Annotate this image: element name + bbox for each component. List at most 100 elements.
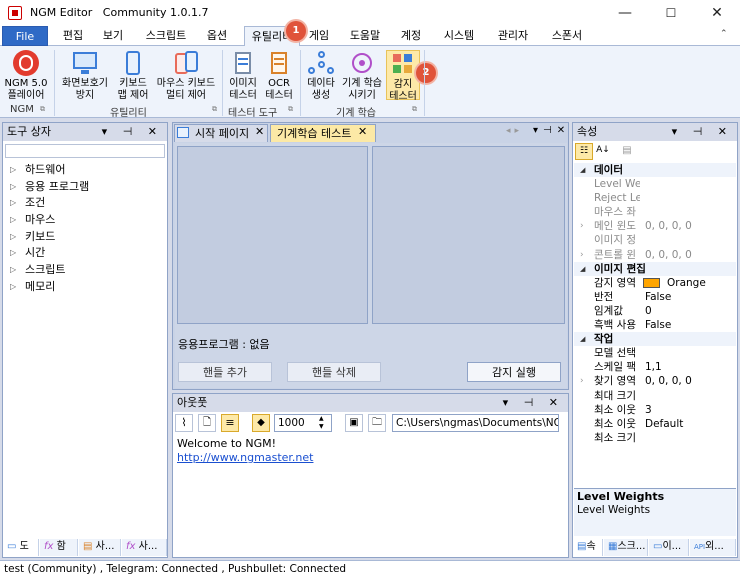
sort-alpha-icon[interactable]: A↓ xyxy=(594,143,612,160)
save-icon[interactable]: ▣ xyxy=(345,414,363,432)
tree-item-time[interactable]: 시간 xyxy=(3,245,167,262)
path-value: C:\Users\ngmas\Documents\NGM5\ xyxy=(396,417,558,429)
tab-options[interactable]: 옵션 xyxy=(200,26,234,46)
ocr-tester-button[interactable]: OCR 테스터 xyxy=(261,50,297,102)
ml-train-button[interactable]: 기계 학습 시키기 xyxy=(339,50,385,102)
image-tester-button[interactable]: 이미지 테스터 xyxy=(225,50,261,102)
dialog-launcher-icon[interactable]: ⧉ xyxy=(412,105,417,114)
property-grid: 데이터 Level Weig Reject Lev 마우스 좌 › 메인 윈도 0,… xyxy=(574,163,736,486)
add-handle-button[interactable]: 핸들 추가 xyxy=(178,362,272,382)
categorized-icon[interactable]: ☷ xyxy=(575,143,593,160)
expand-arrow-icon[interactable]: › xyxy=(580,248,584,262)
eraser-icon[interactable]: ◆ xyxy=(252,414,270,432)
tree-item-hardware[interactable]: 하드웨어 xyxy=(3,162,167,179)
tab-script[interactable]: 스크립트 xyxy=(136,26,196,46)
close-button[interactable]: ✕ xyxy=(694,0,740,26)
tree-item-mouse[interactable]: 마우스 xyxy=(3,212,167,229)
tab-file[interactable]: File xyxy=(2,26,48,46)
detect-tester-button[interactable]: 감지 테스터 xyxy=(386,50,420,102)
images-tab[interactable]: ▭이... xyxy=(649,539,689,556)
prop-main-window[interactable]: › 메인 윈도 0, 0, 0, 0 xyxy=(574,219,736,233)
prop-control-window[interactable]: › 콘트롤 윈 0, 0, 0, 0 xyxy=(574,248,736,262)
image-view-left[interactable] xyxy=(177,146,368,324)
tab-account[interactable]: 계정 xyxy=(396,26,426,46)
prop-threshold[interactable]: 임계값 0 xyxy=(574,304,736,318)
toolbox-search-input[interactable] xyxy=(5,144,165,158)
prop-model-select[interactable]: 모델 선택 xyxy=(574,346,736,360)
dialog-launcher-icon[interactable]: ⧉ xyxy=(40,105,45,114)
tree-item-keyboard[interactable]: 키보드 xyxy=(3,229,167,246)
panel-controls[interactable]: ▾ ⊣ ✕ xyxy=(672,123,733,140)
toolbox-tab-user-functions[interactable]: fx 사... xyxy=(122,539,167,556)
panel-controls[interactable]: ▾ ⊣ ✕ xyxy=(503,394,564,411)
tab-edit[interactable]: 편집 xyxy=(56,26,90,46)
collapse-ribbon-icon[interactable]: ⌃ xyxy=(720,29,728,39)
tab-menu-icons[interactable]: ▾⊣✕ xyxy=(533,125,570,136)
path-input[interactable]: C:\Users\ngmas\Documents\NGM5\ xyxy=(392,414,559,432)
category-data[interactable]: 데이터 xyxy=(574,163,736,178)
website-link[interactable]: http://www.ngmaster.net xyxy=(177,451,313,464)
lines-toggle-icon[interactable]: ≡ xyxy=(221,414,239,432)
prop-level-weights[interactable]: Level Weig xyxy=(574,177,736,191)
run-detect-button[interactable]: 감지 실행 xyxy=(467,362,561,382)
tree-item-condition[interactable]: 조건 xyxy=(3,195,167,212)
tab-scroll-icons[interactable]: ◂▸ xyxy=(506,126,523,136)
prop-mouse-coord[interactable]: 마우스 좌 xyxy=(574,205,736,219)
color-swatch[interactable] xyxy=(643,277,660,288)
external-tab[interactable]: API외... xyxy=(690,539,736,556)
panel-controls[interactable]: ▾ ⊣ ✕ xyxy=(102,123,163,140)
tree-item-script[interactable]: 스크립트 xyxy=(3,262,167,279)
prop-detect-area[interactable]: 감지 영역 Orange xyxy=(574,276,736,290)
toolbox-tab-functions[interactable]: fx 함 xyxy=(40,539,78,556)
tab-sponsor[interactable]: 스폰서 xyxy=(544,26,590,46)
screen-saver-block-button[interactable]: 화면보호기 방지 xyxy=(58,50,112,102)
keyboard-map-label-1: 키보드 xyxy=(119,78,147,89)
tree-item-memory[interactable]: 메모리 xyxy=(3,279,167,296)
ngm-player-button[interactable]: NGM 5.0 플레이어 xyxy=(2,50,50,102)
prop-invert[interactable]: 반전 False xyxy=(574,290,736,304)
expand-arrow-icon[interactable]: › xyxy=(580,374,584,388)
keyboard-map-button[interactable]: 키보드 맵 제어 xyxy=(113,50,153,102)
tab-admin[interactable]: 관리자 xyxy=(490,26,536,46)
property-pages-icon[interactable]: ▤ xyxy=(618,143,636,160)
dialog-launcher-icon[interactable]: ⧉ xyxy=(212,105,217,114)
prop-min-size[interactable]: 최소 크기 xyxy=(574,431,736,445)
tab-system[interactable]: 시스템 xyxy=(436,26,482,46)
close-tab-icon[interactable]: ✕ xyxy=(358,125,367,138)
prop-reject-levels[interactable]: Reject Lev xyxy=(574,191,736,205)
prop-key: 콘트롤 윈 xyxy=(594,248,636,261)
tab-game[interactable]: 게임 xyxy=(304,26,334,46)
delete-handle-button[interactable]: 핸들 삭제 xyxy=(287,362,381,382)
tab-view[interactable]: 보기 xyxy=(96,26,130,46)
prop-find-area[interactable]: › 찾기 영역 0, 0, 0, 0 xyxy=(574,374,736,388)
broom-icon[interactable]: ⌇ xyxy=(175,414,193,432)
close-tab-icon[interactable]: ✕ xyxy=(255,125,264,138)
page-settings-icon[interactable]: 🗋 xyxy=(198,414,216,432)
expand-arrow-icon[interactable]: › xyxy=(580,219,584,233)
prop-min-neighbors-2[interactable]: 최소 이웃 Default xyxy=(574,417,736,431)
multi-control-button[interactable]: 마우스 키보드 멀티 제어 xyxy=(153,50,219,102)
properties-tab[interactable]: ▤속 xyxy=(573,539,603,556)
toolbox-tab-tools[interactable]: ▭ 도 xyxy=(3,539,39,556)
image-view-right[interactable] xyxy=(372,146,565,324)
minimize-button[interactable]: — xyxy=(602,0,648,26)
folder-open-icon[interactable]: 🗀 xyxy=(368,414,386,432)
toolbox-tab-user[interactable]: ▤ 사... xyxy=(79,539,121,556)
maximize-button[interactable]: ☐ xyxy=(648,0,694,26)
group-label-ngm: NGM xyxy=(10,104,34,115)
group-label-tester: 테스터 도구 xyxy=(228,108,278,119)
data-generate-button[interactable]: 데이타 생성 xyxy=(303,50,339,102)
prop-max-size[interactable]: 최대 크기 xyxy=(574,389,736,403)
category-image-edit[interactable]: 이미지 편집 xyxy=(574,261,736,276)
tab-help[interactable]: 도움말 xyxy=(342,26,388,46)
category-work[interactable]: 작업 xyxy=(574,332,736,347)
tree-item-application[interactable]: 응용 프로그램 xyxy=(3,179,167,196)
prop-scale-factor[interactable]: 스케일 팩 1,1 xyxy=(574,360,736,374)
prop-min-neighbors[interactable]: 최소 이웃 3 xyxy=(574,403,736,417)
prop-image-info[interactable]: 이미지 정 xyxy=(574,233,736,247)
dialog-launcher-icon[interactable]: ⧉ xyxy=(288,105,293,114)
spinner-arrows-icon[interactable]: ▲ ▼ xyxy=(319,415,324,431)
prop-black-white[interactable]: 흑백 사용 False xyxy=(574,318,736,332)
prop-key: Level Weig xyxy=(594,178,640,191)
scripts-tab[interactable]: ▦스크... xyxy=(604,539,648,556)
